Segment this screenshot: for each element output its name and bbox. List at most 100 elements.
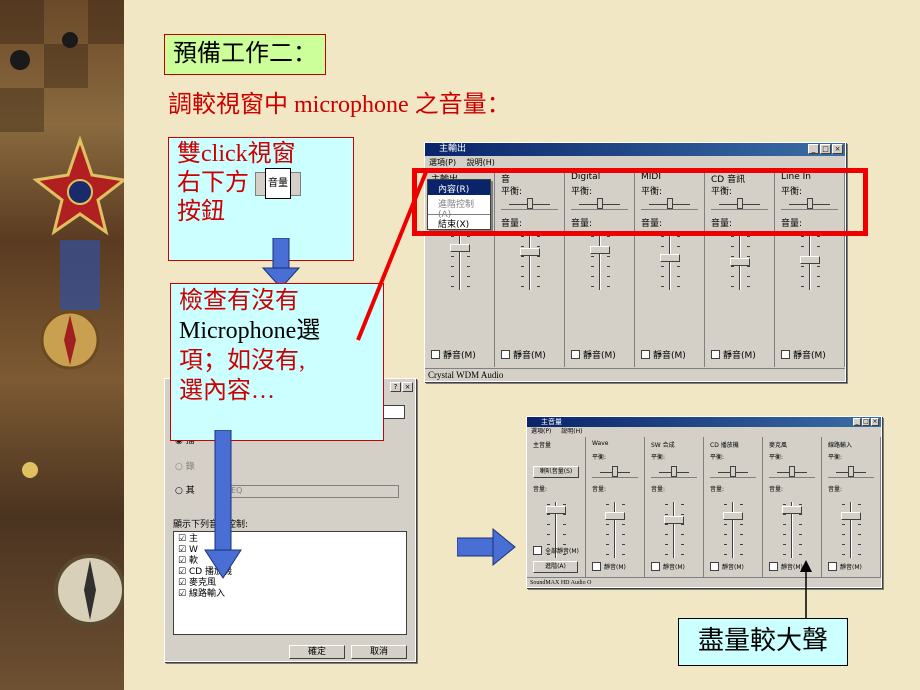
other-device-select[interactable]: EQ <box>227 485 399 498</box>
balance-slider[interactable] <box>710 466 756 478</box>
close-button[interactable]: × <box>402 382 413 392</box>
volume-slider-knob[interactable] <box>782 506 802 514</box>
balance-label: 平衡: <box>592 454 607 461</box>
balance-slider[interactable] <box>592 466 638 478</box>
channel-name: 麥克風 <box>769 442 788 449</box>
slide-heading: 預備工作二： <box>164 34 326 75</box>
mute-label: 靜音(M) <box>653 351 686 361</box>
radio-other[interactable]: ○ 其 <box>175 483 195 496</box>
callout2-line: 檢查有沒有 <box>179 288 299 314</box>
volume-slider-knob[interactable] <box>723 512 743 520</box>
mixer-channel-column: 主音量 喇叭音量(S) 音量: 進階(A) 全部靜音(M) <box>527 437 586 577</box>
volume-slider-knob[interactable] <box>841 512 861 520</box>
list-item[interactable]: ☑ 線路輸入 <box>178 589 402 600</box>
menu-options[interactable]: 選項(P) <box>531 428 551 435</box>
second-mixer-menubar: 選項(P) 說明(H) <box>527 427 881 437</box>
volume-label: 音量: <box>828 486 843 493</box>
volume-slider[interactable] <box>655 234 685 290</box>
minimize-button[interactable]: _ <box>853 418 861 426</box>
volume-slider[interactable] <box>725 234 755 290</box>
balance-slider[interactable] <box>651 466 697 478</box>
volume-slider-knob[interactable] <box>799 256 820 264</box>
mute-checkbox[interactable]: 全部靜音(M) <box>533 546 579 555</box>
balance-slider[interactable] <box>828 466 874 478</box>
mute-label: 靜音(M) <box>793 351 826 361</box>
volume-slider-knob[interactable] <box>589 246 610 254</box>
mute-checkbox[interactable]: 靜音(M) <box>501 348 546 361</box>
maximize-button[interactable]: □ <box>820 144 831 154</box>
menu-help[interactable]: 說明(H) <box>561 428 582 435</box>
volume-label: 音量: <box>592 486 607 493</box>
mute-checkbox[interactable]: 靜音(M) <box>431 348 476 361</box>
minimize-button[interactable]: _ <box>808 144 819 154</box>
volume-slider-knob[interactable] <box>449 244 470 252</box>
volume-slider[interactable] <box>836 502 866 558</box>
volume-slider-knob[interactable] <box>729 258 750 266</box>
help-button[interactable]: ? <box>390 382 401 392</box>
speaker-volume-button[interactable]: 喇叭音量(S) <box>533 466 579 478</box>
volume-slider[interactable] <box>515 234 545 290</box>
radio-recording[interactable]: ○ 錄 <box>175 459 195 472</box>
second-mixer-columns: 主音量喇叭音量(S) 音量: 進階(A) 全部靜音(M) Wave 平衡: 音量: 靜音(M)… <box>527 437 881 577</box>
close-button[interactable]: × <box>832 144 843 154</box>
mute-label: 靜音(M) <box>722 564 744 571</box>
channel-name: SW 合成 <box>651 442 675 449</box>
mute-checkbox[interactable]: 靜音(M) <box>641 348 686 361</box>
balance-label: 平衡: <box>769 454 784 461</box>
mixer-channel-column: Wave 平衡: 音量: 靜音(M) <box>586 437 645 577</box>
channel-name: 線路輸入 <box>828 442 853 449</box>
volume-slider[interactable] <box>585 234 615 290</box>
volume-slider-knob[interactable] <box>605 512 625 520</box>
menu-options[interactable]: 選項(P) <box>429 158 456 167</box>
mute-label: 靜音(M) <box>443 351 476 361</box>
volume-slider-knob[interactable] <box>664 516 684 524</box>
balance-slider[interactable] <box>769 466 815 478</box>
volume-icon-label: 音量 <box>265 168 291 199</box>
callout2-line: Microphone選 <box>179 318 321 344</box>
mute-checkbox[interactable]: 靜音(M) <box>592 562 626 571</box>
mute-checkbox[interactable]: 靜音(M) <box>781 348 826 361</box>
cancel-button[interactable]: 取消 <box>351 645 407 659</box>
volume-slider[interactable] <box>600 502 630 558</box>
mute-checkbox[interactable]: 靜音(M) <box>651 562 685 571</box>
second-mixer-status: SoundMAX HD Audio O <box>527 577 881 587</box>
channel-name: Wave <box>592 440 609 447</box>
mixer-channel-column: SW 合成 平衡: 音量: 靜音(M) <box>645 437 704 577</box>
volume-slider-knob[interactable] <box>546 506 566 514</box>
menu-help[interactable]: 說明(H) <box>467 158 495 167</box>
mixer-channel-column: CD 播放機 平衡: 音量: 靜音(M) <box>704 437 763 577</box>
main-mixer-titlebar: 主輸出 _ □ × <box>425 143 845 156</box>
volume-slider[interactable] <box>718 502 748 558</box>
balance-label: 平衡: <box>651 454 666 461</box>
callout-louder: 盡量較大聲 <box>678 618 848 666</box>
red-highlight-box <box>412 168 868 236</box>
advanced-button[interactable]: 進階(A) <box>533 561 578 573</box>
blue-arrow-right-icon <box>457 528 516 567</box>
slide-subtitle: 調較視窗中 microphone 之音量： <box>168 92 511 118</box>
medal-and-compass-art <box>10 32 124 626</box>
mute-label: 靜音(M) <box>513 351 546 361</box>
close-button[interactable]: × <box>871 418 879 426</box>
mute-checkbox[interactable]: 靜音(M) <box>710 562 744 571</box>
mute-checkbox[interactable]: 靜音(M) <box>571 348 616 361</box>
channel-name: 主音量 <box>533 442 552 449</box>
main-mixer-title: 主輸出 <box>439 144 467 154</box>
volume-slider-knob[interactable] <box>659 254 680 262</box>
maximize-button[interactable]: □ <box>862 418 870 426</box>
callout2-line: 選內容… <box>179 378 275 404</box>
volume-label: 音量: <box>769 486 784 493</box>
ok-button[interactable]: 確定 <box>289 645 345 659</box>
volume-slider[interactable] <box>777 502 807 558</box>
mute-label: 靜音(M) <box>604 564 626 571</box>
channel-name: CD 播放機 <box>710 442 739 449</box>
second-mixer-titlebar: 主音量 _ □ × <box>527 417 881 427</box>
mute-checkbox[interactable]: 靜音(M) <box>828 562 862 571</box>
volume-slider[interactable] <box>795 234 825 290</box>
mute-label: 靜音(M) <box>583 351 616 361</box>
volume-slider-knob[interactable] <box>519 248 540 256</box>
balance-label <box>533 452 585 464</box>
volume-slider[interactable] <box>445 234 475 290</box>
volume-slider[interactable] <box>659 502 689 558</box>
black-arrow-up-icon <box>800 560 812 620</box>
mute-checkbox[interactable]: 靜音(M) <box>711 348 756 361</box>
